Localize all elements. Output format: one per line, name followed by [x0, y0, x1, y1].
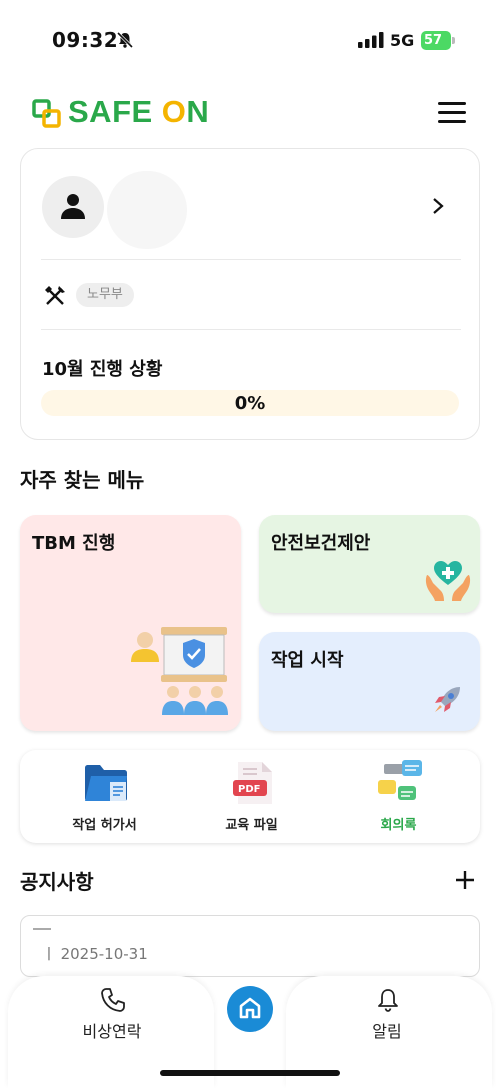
folder-icon — [85, 765, 127, 801]
chevron-right-icon[interactable] — [431, 196, 445, 216]
pdf-file-icon: PDF — [233, 762, 272, 804]
rocket-icon — [435, 687, 460, 712]
signal-icon — [358, 32, 384, 48]
person-icon — [61, 194, 85, 219]
app-logo[interactable]: SAFE ON — [68, 94, 209, 130]
notice-title-placeholder — [33, 928, 51, 930]
divider — [41, 329, 461, 330]
avatar[interactable] — [42, 176, 104, 238]
app-header: SAFE ON — [0, 80, 500, 146]
menu-line — [438, 111, 466, 114]
doc-label: 작업 허가서 — [72, 818, 137, 833]
education-file-item[interactable]: PDF 교육 파일 — [175, 750, 328, 843]
battery-icon: 57 — [421, 31, 451, 50]
logo-icon — [32, 99, 61, 128]
nav-label: 비상연락 — [82, 1022, 142, 1041]
progress-text: 0% — [234, 393, 266, 414]
home-icon — [239, 997, 261, 1019]
tbm-tile[interactable]: TBM 진행 — [20, 515, 241, 731]
home-button[interactable] — [227, 986, 273, 1032]
bell-icon — [378, 989, 398, 1012]
progress-bar: 0% — [41, 390, 459, 416]
bell-off-icon — [116, 31, 134, 49]
phone-icon — [101, 988, 125, 1012]
battery-tip — [452, 37, 455, 44]
notice-item[interactable]: ㅣ 2025-10-31 — [20, 915, 480, 977]
divider — [41, 259, 461, 260]
tile-label: TBM 진행 — [32, 533, 116, 554]
doc-label: 회의록 — [380, 818, 417, 833]
department-badge: 노무부 — [76, 283, 134, 307]
menu-line — [438, 120, 466, 123]
doc-label: 교육 파일 — [225, 818, 278, 833]
profile-name-blurred — [107, 171, 187, 249]
presentation-icon — [131, 627, 228, 715]
meeting-minutes-item[interactable]: 회의록 — [322, 750, 475, 843]
hamburger-menu-button[interactable] — [438, 102, 466, 124]
nav-emergency-contact[interactable]: 비상연락 — [52, 985, 172, 1045]
tile-label: 작업 시작 — [271, 650, 344, 671]
heart-hands-icon — [425, 561, 471, 601]
home-indicator — [160, 1070, 340, 1076]
nav-label: 알림 — [372, 1022, 402, 1041]
tools-icon — [45, 286, 65, 305]
quick-menu-title: 자주 찾는 메뉴 — [20, 468, 145, 492]
notice-date: ㅣ 2025-10-31 — [42, 945, 148, 963]
add-notice-button[interactable] — [454, 869, 476, 891]
safety-proposal-tile[interactable]: 안전보건제안 — [259, 515, 480, 613]
logo-text-n: N — [186, 94, 210, 129]
menu-line — [438, 102, 466, 105]
logo-text-o: O — [161, 94, 187, 129]
network-type: 5G — [390, 31, 415, 50]
chat-bubbles-icon — [378, 760, 422, 800]
progress-title: 10월 진행 상황 — [42, 359, 163, 380]
svg-text:PDF: PDF — [238, 784, 260, 795]
work-start-tile[interactable]: 작업 시작 — [259, 632, 480, 731]
nav-alerts[interactable]: 알림 — [327, 985, 447, 1045]
profile-card: 노무부 10월 진행 상황 0% — [20, 148, 480, 440]
notices-title: 공지사항 — [20, 870, 94, 894]
logo-text-safe: SAFE — [68, 94, 162, 129]
documents-card: 작업 허가서 PDF 교육 파일 회의록 — [20, 750, 480, 843]
tile-label: 안전보건제안 — [271, 533, 371, 554]
status-time: 09:32 — [52, 28, 119, 52]
work-permit-item[interactable]: 작업 허가서 — [28, 750, 181, 843]
status-bar: 09:32 5G 57 — [0, 0, 500, 80]
